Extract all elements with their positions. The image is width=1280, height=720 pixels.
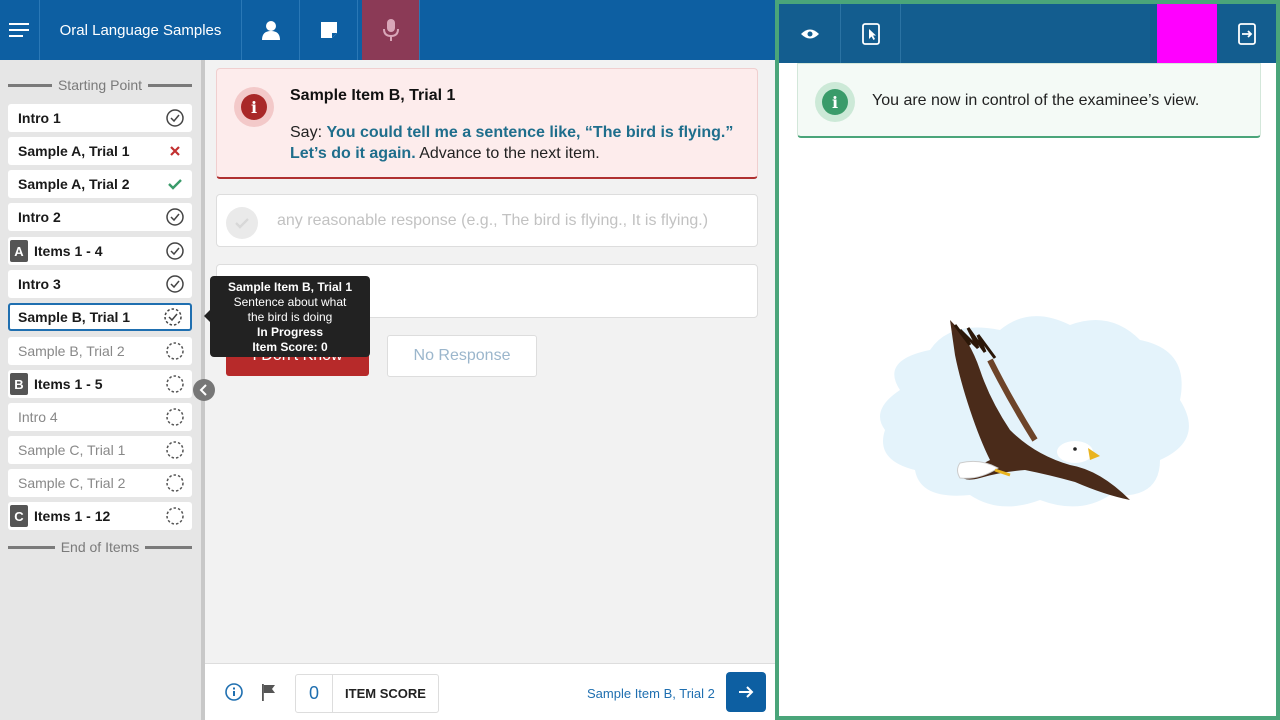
sidebar-item-sample-c-trial-2[interactable]: Sample C, Trial 2 (8, 469, 192, 497)
no-response-button[interactable]: No Response (387, 335, 537, 377)
item-score-box: 0 ITEM SCORE (295, 674, 439, 713)
preview-examinee-button[interactable] (779, 4, 841, 63)
app-title: Oral Language Samples (40, 0, 242, 60)
control-notice-text: You are now in control of the examinee’s… (872, 92, 1200, 109)
info-alert-icon: i (815, 82, 855, 122)
notes-icon (320, 22, 337, 38)
person-icon (261, 21, 280, 40)
item-score-label: ITEM SCORE (345, 686, 426, 701)
not-started-icon (166, 342, 184, 360)
check-circle-icon (166, 109, 184, 127)
disconnect-device-button[interactable] (1217, 4, 1276, 63)
flag-item-button[interactable] (260, 683, 278, 706)
flying-eagle-image (880, 316, 1189, 507)
sidebar-item-items-c[interactable]: C Items 1 - 12 (8, 502, 192, 530)
item-footer: 0 ITEM SCORE Sample Item B, Trial 2 (205, 663, 775, 720)
tooltip-score: Item Score: 0 (252, 340, 328, 354)
next-item-button[interactable] (726, 672, 766, 712)
tooltip-description-line1: Sentence about what (233, 295, 347, 309)
check-circle-icon (166, 208, 184, 226)
examiner-instruction-alert: i Sample Item B, Trial 1 Say: You could … (216, 68, 758, 179)
advance-instruction: Advance to the next item. (415, 145, 600, 162)
sidebar-item-label: Sample B, Trial 2 (18, 343, 125, 359)
hamburger-icon (8, 23, 29, 37)
highlight-marker (1157, 4, 1217, 63)
menu-button[interactable] (0, 0, 40, 60)
sidebar-item-label: Sample B, Trial 1 (18, 309, 131, 325)
info-alert-icon: i (234, 87, 274, 127)
sidebar-item-label: Intro 1 (18, 110, 61, 126)
tooltip-status: In Progress (256, 325, 324, 339)
sidebar-item-label: Items 1 - 4 (34, 243, 103, 259)
correct-response-option[interactable]: any reasonable response (e.g., The bird … (216, 194, 758, 247)
sidebar-item-label: Items 1 - 12 (34, 508, 111, 524)
sidebar-item-label: Sample C, Trial 2 (18, 475, 126, 491)
alert-title: Sample Item B, Trial 1 (290, 87, 456, 104)
form-badge: A (10, 240, 28, 262)
sidebar-item-intro-2[interactable]: Intro 2 (8, 203, 192, 231)
examiner-toolbar: Oral Language Samples (0, 0, 775, 60)
sidebar-item-label: Sample A, Trial 2 (18, 176, 130, 192)
sidebar-item-label: Intro 2 (18, 209, 61, 225)
starting-point-label: Starting Point (57, 77, 143, 93)
record-audio-button[interactable] (362, 0, 420, 60)
form-badge: C (10, 505, 28, 527)
sidebar-item-label: Sample A, Trial 1 (18, 143, 130, 159)
examinee-control-button[interactable] (841, 4, 901, 63)
next-item-label: Sample Item B, Trial 2 (587, 686, 715, 701)
exit-device-icon (1237, 22, 1256, 45)
check-circle-icon (226, 207, 258, 239)
sidebar-item-intro-1[interactable]: Intro 1 (8, 104, 192, 132)
info-icon (225, 683, 243, 701)
tooltip-description-line2: the bird is doing (247, 310, 333, 324)
eye-icon (800, 29, 819, 38)
sidebar-item-tooltip: Sample Item B, Trial 1 Sentence about wh… (204, 276, 370, 357)
sidebar-item-label: Sample C, Trial 1 (18, 442, 126, 458)
chevron-left-icon (199, 384, 207, 396)
sidebar-item-sample-b-trial-1[interactable]: Sample B, Trial 1 (8, 303, 192, 331)
tooltip-title: Sample Item B, Trial 1 (227, 280, 353, 294)
tablet-touch-icon (861, 22, 880, 45)
sidebar-item-label: Items 1 - 5 (34, 376, 103, 392)
control-notice: i You are now in control of the examinee… (797, 63, 1261, 138)
sidebar-item-sample-a-trial-2[interactable]: Sample A, Trial 2 (8, 170, 192, 198)
sidebar-item-sample-a-trial-1[interactable]: Sample A, Trial 1 (8, 137, 192, 165)
correct-response-text: any reasonable response (e.g., The bird … (277, 212, 709, 229)
check-circle-icon (166, 275, 184, 293)
item-info-button[interactable] (225, 683, 243, 706)
starting-point-marker: Starting Point (8, 77, 192, 93)
alert-body: Say: You could tell me a sentence like, … (290, 122, 745, 164)
end-of-items-label: End of Items (60, 539, 140, 555)
arrow-right-icon (739, 686, 754, 698)
not-started-icon (166, 474, 184, 492)
sidebar-item-label: Intro 3 (18, 276, 61, 292)
sidebar-item-sample-b-trial-2[interactable]: Sample B, Trial 2 (8, 337, 192, 365)
x-mark-icon (166, 142, 184, 160)
not-started-icon (166, 441, 184, 459)
sidebar-item-sample-c-trial-1[interactable]: Sample C, Trial 1 (8, 436, 192, 464)
not-started-icon (166, 375, 184, 393)
form-badge: B (10, 373, 28, 395)
not-started-icon (166, 507, 184, 525)
check-circle-icon (166, 242, 184, 260)
item-score-value: 0 (296, 675, 333, 712)
examinee-toolbar (779, 4, 1276, 63)
sidebar-item-items-a[interactable]: A Items 1 - 4 (8, 237, 192, 265)
end-of-items-marker: End of Items (8, 539, 192, 555)
examinee-profile-button[interactable] (242, 0, 300, 60)
sidebar-item-intro-3[interactable]: Intro 3 (8, 270, 192, 298)
sidebar-item-intro-4[interactable]: Intro 4 (8, 403, 192, 431)
notes-button[interactable] (300, 0, 358, 60)
sidebar-item-items-b[interactable]: B Items 1 - 5 (8, 370, 192, 398)
in-progress-icon (164, 308, 182, 326)
flag-icon (262, 684, 275, 701)
sidebar-item-label: Intro 4 (18, 409, 58, 425)
not-started-icon (166, 408, 184, 426)
say-prefix: Say: (290, 124, 327, 141)
collapse-sidebar-button[interactable] (193, 379, 215, 401)
microphone-icon (382, 19, 399, 41)
checkmark-icon (166, 175, 184, 193)
